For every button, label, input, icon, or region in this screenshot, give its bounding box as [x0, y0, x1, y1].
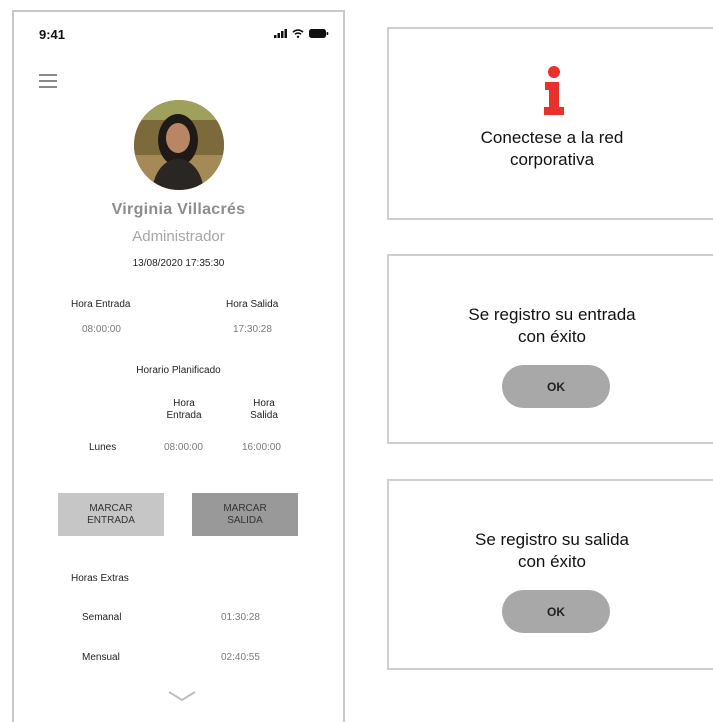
user-name: Virginia Villacrés — [111, 201, 246, 218]
chevron-down-icon[interactable] — [168, 690, 196, 702]
exit-success-message: Se registro su salida con éxito — [474, 530, 630, 571]
schedule-title: Horario Planificado — [136, 365, 221, 376]
exit-time-value: 17:30:28 — [233, 324, 272, 335]
schedule-exit-header: Hora Salida — [250, 398, 278, 421]
schedule-entry-value: 08:00:00 — [164, 442, 203, 453]
mark-entry-button[interactable]: MARCAR ENTRADA — [58, 493, 164, 536]
exit-ok-button[interactable]: OK — [502, 590, 610, 633]
entry-ok-button[interactable]: OK — [502, 365, 610, 408]
signal-icon — [274, 29, 287, 38]
schedule-exit-value: 16:00:00 — [242, 442, 281, 453]
overtime-title: Horas Extras — [71, 573, 129, 584]
entry-success-dialog: Se registro su entrada con éxito OK — [387, 254, 713, 444]
battery-icon — [309, 29, 329, 38]
user-role: Administrador — [132, 228, 225, 245]
entry-success-message: Se registro su entrada con éxito — [468, 305, 636, 346]
network-warning-dialog: Conectese a la red corporativa — [387, 27, 713, 220]
status-icons — [274, 29, 329, 38]
schedule-entry-header: Hora Entrada — [166, 398, 202, 421]
entry-time-label: Hora Entrada — [71, 299, 131, 310]
wifi-icon — [292, 29, 304, 38]
mark-exit-button[interactable]: MARCAR SALIDA — [192, 493, 298, 536]
overtime-monthly-value: 02:40:55 — [221, 652, 260, 663]
network-warning-message: Conectese a la red corporativa — [480, 128, 624, 169]
overtime-weekly-value: 01:30:28 — [221, 612, 260, 623]
entry-time-value: 08:00:00 — [82, 324, 121, 335]
overtime-weekly-label: Semanal — [82, 612, 122, 623]
current-datetime: 13/08/2020 17:35:30 — [132, 258, 225, 269]
exit-success-dialog: Se registro su salida con éxito OK — [387, 479, 713, 670]
menu-icon[interactable] — [39, 74, 57, 88]
avatar — [134, 100, 224, 190]
info-icon — [544, 66, 564, 115]
overtime-monthly-label: Mensual — [82, 652, 120, 663]
mobile-screen: 9:41 Virginia Villacrés Administrador 13… — [12, 10, 345, 722]
schedule-day: Lunes — [89, 442, 117, 453]
status-time: 9:41 — [39, 27, 66, 42]
exit-time-label: Hora Salida — [226, 299, 279, 310]
